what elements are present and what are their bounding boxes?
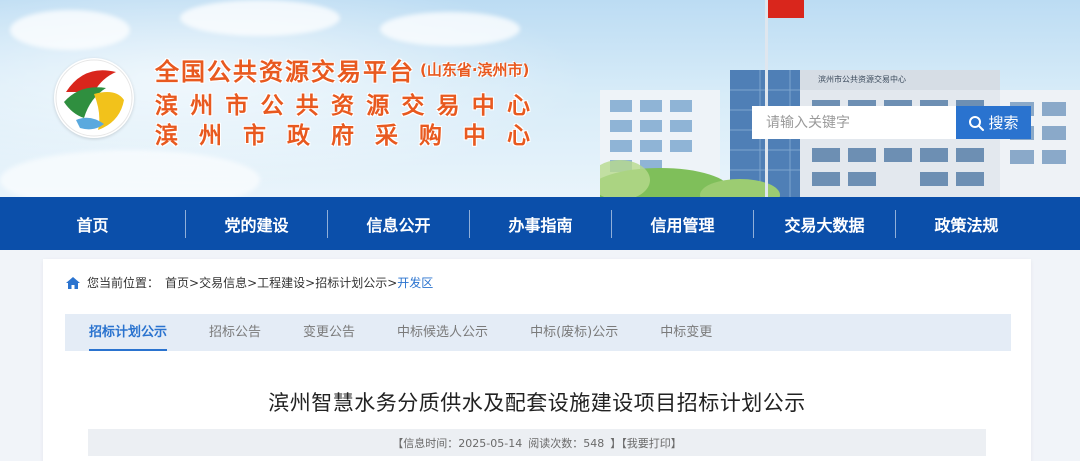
procurement-title: 滨州市政府采购中心 (155, 123, 530, 149)
cloud (10, 10, 130, 50)
cloud (380, 12, 520, 46)
building-sign: 滨州市公共资源交易中心 (818, 75, 906, 84)
info-time: 【信息时间：2025-05-14 (392, 436, 523, 450)
read-count: 阅读次数：548 (528, 436, 605, 450)
platform-region: (山东省·滨州市) (420, 61, 530, 79)
logo-emblem (54, 58, 134, 138)
flag (768, 0, 804, 18)
breadcrumb: 您当前位置： 首页> 交易信息> 工程建设> 招标计划公示> 开发区 (65, 274, 433, 291)
home-icon (66, 276, 80, 289)
article-meta: 【信息时间：2025-05-14 阅读次数：548 】【我要打印】 (88, 429, 986, 456)
notice-tabs: 招标计划公示 招标公告 变更公告 中标候选人公示 中标(废标)公示 中标变更 (65, 314, 1011, 351)
search-icon (969, 115, 985, 131)
search-input[interactable] (752, 106, 956, 139)
tab-tender-announcement[interactable]: 招标公告 (209, 314, 261, 351)
nav-item-trade-big-data[interactable]: 交易大数据 (754, 212, 895, 236)
nav-item-information-disclosure[interactable]: 信息公开 (328, 212, 469, 236)
tab-award-change[interactable]: 中标变更 (660, 314, 712, 351)
cloud (180, 0, 340, 36)
flagpole (765, 0, 768, 197)
center-title: 滨州市公共资源交易中心 (155, 93, 530, 119)
tab-winning-candidates[interactable]: 中标候选人公示 (397, 314, 488, 351)
search-button[interactable]: 搜索 (956, 106, 1031, 139)
nav-item-home[interactable]: 首页 (0, 212, 185, 236)
tab-change-announcement[interactable]: 变更公告 (303, 314, 355, 351)
breadcrumb-trade-info[interactable]: 交易信息> (199, 274, 257, 291)
nav-item-party-building[interactable]: 党的建设 (186, 212, 327, 236)
tab-award-notice[interactable]: 中标(废标)公示 (530, 314, 618, 351)
logo-icon (55, 59, 133, 137)
search-button-label: 搜索 (988, 114, 1019, 132)
nav-item-policies[interactable]: 政策法规 (896, 212, 1037, 236)
nav-item-credit-management[interactable]: 信用管理 (612, 212, 753, 236)
breadcrumb-prefix: 您当前位置： (87, 276, 160, 290)
breadcrumb-home[interactable]: 首页> (165, 274, 199, 291)
header-banner: 滨州市公共资源交易中心 全国公共资源交易平台 (山东省·滨州市) 滨州市公共资源… (0, 0, 1080, 197)
breadcrumb-engineering[interactable]: 工程建设> (257, 274, 315, 291)
content-card: 您当前位置： 首页> 交易信息> 工程建设> 招标计划公示> 开发区 招标计划公… (43, 259, 1031, 461)
print-link[interactable]: 】【我要打印】 (610, 435, 682, 451)
breadcrumb-tender-plan[interactable]: 招标计划公示> (315, 274, 397, 291)
nav-item-service-guide[interactable]: 办事指南 (470, 212, 611, 236)
breadcrumb-current[interactable]: 开发区 (397, 274, 433, 291)
tab-tender-plan[interactable]: 招标计划公示 (89, 314, 168, 351)
main-nav: 首页 党的建设 信息公开 办事指南 信用管理 交易大数据 政策法规 (0, 197, 1080, 250)
article-title: 滨州智慧水务分质供水及配套设施建设项目招标计划公示 (268, 391, 806, 415)
platform-title: 全国公共资源交易平台 (155, 58, 415, 86)
